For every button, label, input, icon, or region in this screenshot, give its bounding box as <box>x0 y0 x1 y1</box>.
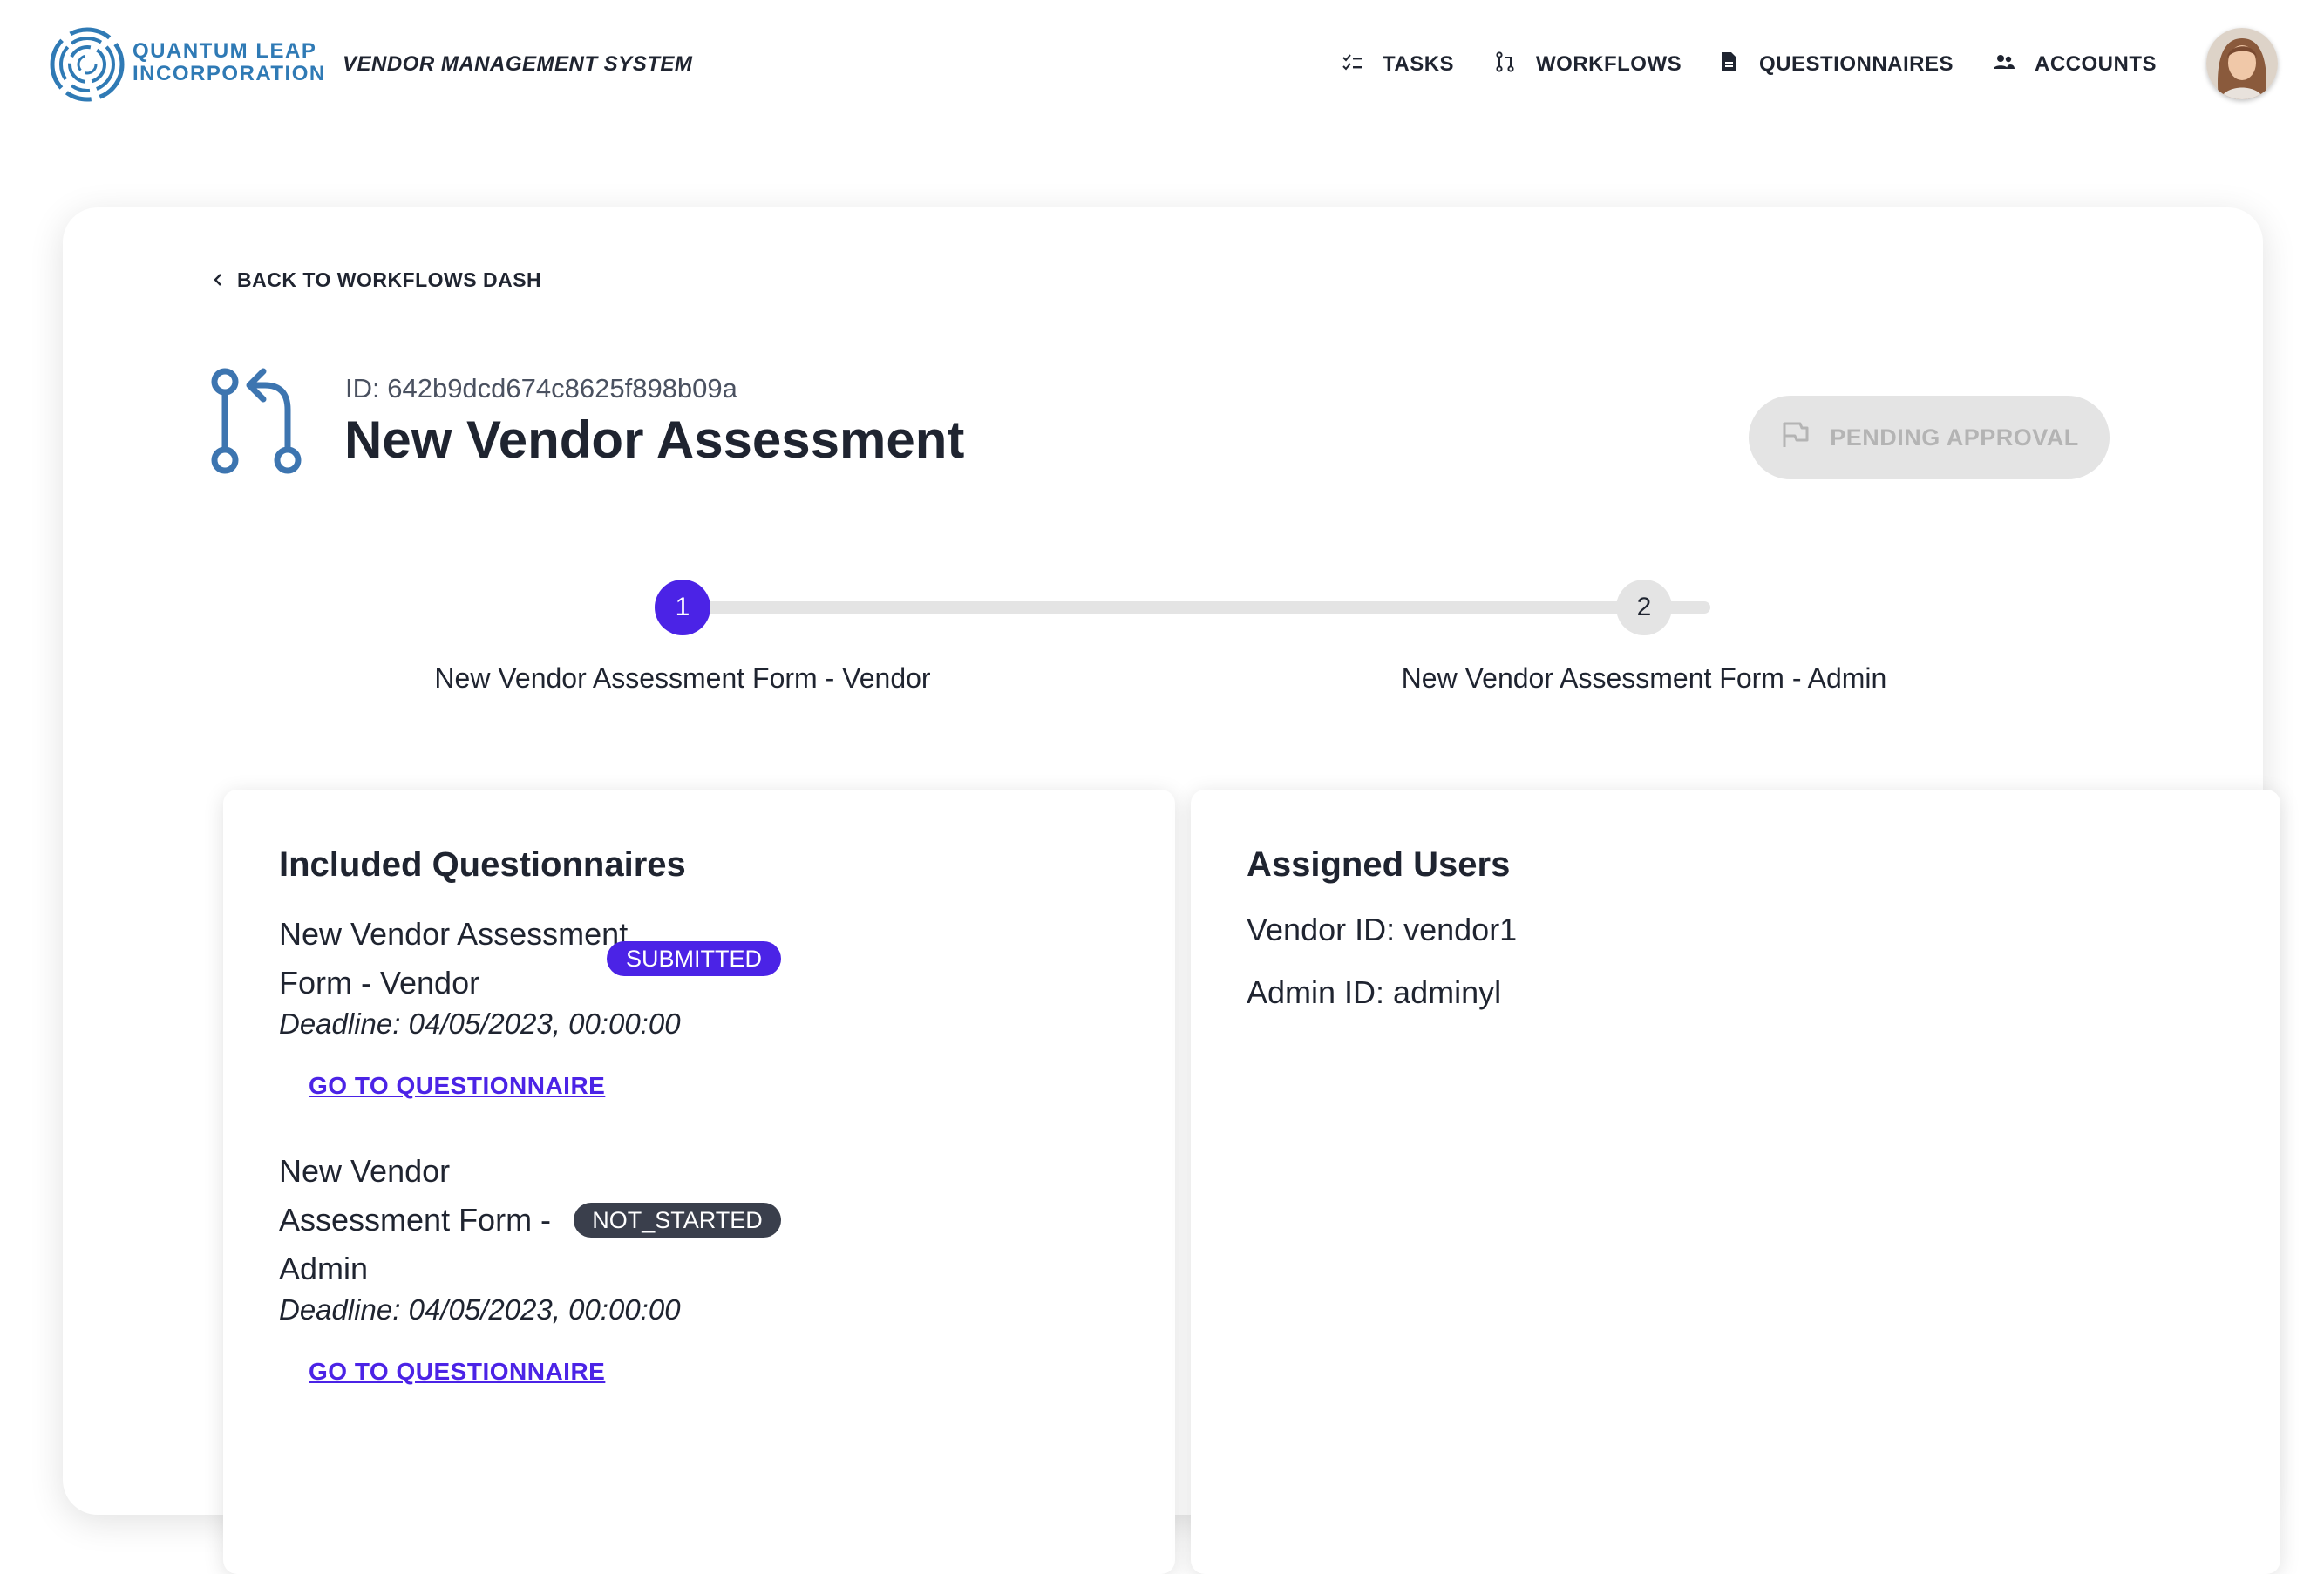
logo-line-1: QUANTUM LEAP <box>133 39 317 63</box>
go-to-questionnaire-1-link[interactable]: GO TO QUESTIONNAIRE <box>309 1072 605 1100</box>
assigned-users-heading: Assigned Users <box>1247 845 1511 884</box>
checklist-icon <box>1341 51 1363 79</box>
back-to-workflows-link[interactable]: BACK TO WORKFLOWS DASH <box>211 268 541 292</box>
assigned-users-panel: Assigned Users Vendor ID: vendor1 Admin … <box>1191 790 2280 1574</box>
workflow-id: ID: 642b9dcd674c8625f898b09a <box>345 373 737 404</box>
top-bar: QUANTUM LEAP INCORPORATION VENDOR MANAGE… <box>0 0 2324 131</box>
nav-questionnaires[interactable]: QUESTIONNAIRES <box>1717 49 1954 80</box>
workflow-icon <box>1494 51 1517 79</box>
back-link-label: BACK TO WORKFLOWS DASH <box>237 268 542 291</box>
nav-workflows-label: WORKFLOWS <box>1536 52 1682 76</box>
step-2-label: New Vendor Assessment Form - Admin <box>1401 662 1887 694</box>
chevron-left-icon <box>211 268 225 292</box>
questionnaire-2-deadline: Deadline: 04/05/2023, 00:00:00 <box>279 1293 681 1326</box>
workflow-large-icon <box>209 363 310 478</box>
page-title: New Vendor Assessment <box>344 410 965 469</box>
pending-approval-button[interactable]: PENDING APPROVAL <box>1749 396 2110 479</box>
step-1-indicator[interactable]: 1 <box>655 580 710 635</box>
nav-accounts[interactable]: ACCOUNTS <box>1993 49 2157 80</box>
status-badge-not-started: NOT_STARTED <box>574 1203 781 1238</box>
step-2-indicator[interactable]: 2 <box>1616 580 1672 635</box>
nav-tasks-label: TASKS <box>1383 52 1455 76</box>
nav-tasks[interactable]: TASKS <box>1341 49 1454 80</box>
nav-questionnaires-label: QUESTIONNAIRES <box>1759 52 1954 76</box>
logo-wordmark: QUANTUM LEAP INCORPORATION <box>133 40 326 85</box>
nav-workflows[interactable]: WORKFLOWS <box>1494 49 1682 80</box>
document-icon <box>1717 51 1740 79</box>
step-1-label: New Vendor Assessment Form - Vendor <box>434 662 931 694</box>
questionnaire-1-name: New Vendor Assessment Form - Vendor <box>279 916 629 1001</box>
logo-line-2: INCORPORATION <box>133 62 326 85</box>
pending-approval-label: PENDING APPROVAL <box>1830 424 2079 451</box>
app-name: VENDOR MANAGEMENT SYSTEM <box>343 52 693 76</box>
status-badge-submitted: SUBMITTED <box>607 941 781 976</box>
included-questionnaires-panel: Included Questionnaires New Vendor Asses… <box>223 790 1175 1574</box>
questionnaires-heading: Included Questionnaires <box>279 845 686 884</box>
quantum-leap-logo-icon <box>45 23 129 106</box>
stepper-track <box>682 601 1710 614</box>
nav-accounts-label: ACCOUNTS <box>2035 52 2157 76</box>
user-avatar[interactable] <box>2206 28 2278 99</box>
go-to-questionnaire-2-link[interactable]: GO TO QUESTIONNAIRE <box>309 1358 605 1386</box>
questionnaire-2-name: New Vendor Assessment Form - Admin <box>279 1153 552 1286</box>
people-icon <box>1993 51 2015 79</box>
questionnaire-1-deadline: Deadline: 04/05/2023, 00:00:00 <box>279 1007 681 1040</box>
workflow-card: BACK TO WORKFLOWS DASH ID: 642b9dcd674c8… <box>63 207 2280 1574</box>
flag-icon <box>1779 419 1811 457</box>
admin-id: Admin ID: adminyl <box>1247 974 1502 1010</box>
vendor-id: Vendor ID: vendor1 <box>1247 912 1518 947</box>
